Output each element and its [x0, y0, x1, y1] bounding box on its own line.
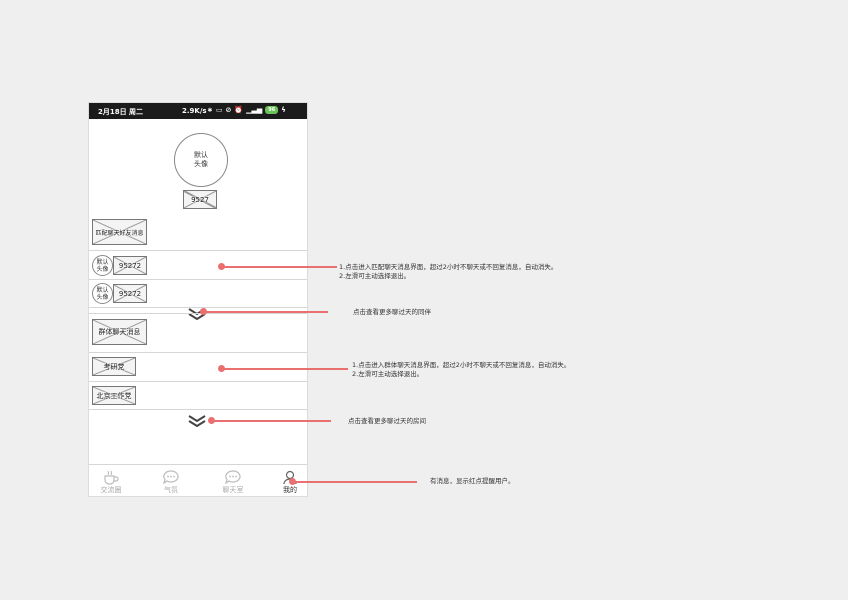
chat-bubble-icon — [163, 469, 179, 484]
match-item-name-text: 95272 — [118, 289, 142, 298]
match-item-name: 95272 — [113, 284, 147, 303]
username-text: 9527 — [191, 195, 209, 204]
group-item-name: 北京工作党 — [96, 391, 132, 400]
tab-label: 我的 — [283, 486, 297, 494]
group-section-title-text: 群体聊天消息 — [98, 328, 141, 336]
annotation-line — [211, 420, 331, 422]
tab-bar: 交流圈 气氛 聊天室 我的 — [89, 464, 307, 496]
match-item-name: 95272 — [113, 256, 147, 275]
match-section-title: 匹配聊天好友消息 — [92, 219, 147, 245]
phone-mockup: 2月18日 周二 2.9K/s ∗ ▭ ⊘ ⏰ ▁▃▅ 96 ϟ 默认 头像 9… — [88, 102, 308, 497]
match-item-avatar-text: 默认 头像 — [96, 286, 109, 301]
group-list-item[interactable]: 北京工作党 — [92, 386, 136, 405]
tab-label: 交流圈 — [100, 486, 122, 494]
match-item-name-text: 95272 — [118, 261, 142, 270]
status-date: 2月18日 周二 — [98, 108, 144, 116]
status-bar: 2月18日 周二 2.9K/s ∗ ▭ ⊘ ⏰ ▁▃▅ 96 ϟ — [89, 103, 307, 119]
expand-more-rooms-icon[interactable] — [188, 415, 206, 427]
username-label: 9527 — [183, 190, 217, 209]
group-section-title: 群体聊天消息 — [92, 319, 147, 345]
coffee-cup-icon — [104, 470, 119, 485]
annotation-group-item: 1.点击进入群体聊天消息界面，超过2小时不聊天或不回复消息，自动消失。 2.左滑… — [352, 361, 571, 378]
signal-icon: ▁▃▅ — [246, 106, 263, 114]
profile-avatar[interactable]: 默认 头像 — [174, 133, 228, 187]
tab-label: 气氛 — [164, 486, 178, 494]
annotation-line — [292, 481, 417, 483]
bluetooth-icon: ∗ — [207, 106, 213, 114]
tab-atmosphere[interactable]: 气氛 — [151, 469, 191, 495]
charging-icon: ϟ — [281, 106, 286, 114]
annotation-line — [203, 311, 328, 313]
annotation-my-tab: 有消息，显示红点提醒用户。 — [430, 477, 515, 485]
group-item-name: 考研党 — [103, 362, 125, 371]
match-item-avatar-text: 默认 头像 — [96, 258, 109, 273]
annotation-match-item: 1.点击进入匹配聊天消息界面，超过2小时不聊天或不回复消息，自动消失。 2.左滑… — [339, 263, 558, 280]
match-item-avatar: 默认 头像 — [92, 255, 113, 276]
divider — [89, 352, 307, 353]
annotation-more-rooms: 点击查看更多聊过天的房间 — [348, 417, 426, 425]
annotation-more-partners: 点击查看更多聊过天的同伴 — [353, 308, 431, 316]
annotation-line — [221, 368, 348, 370]
match-section-title-text: 匹配聊天好友消息 — [95, 229, 144, 237]
divider — [89, 250, 307, 251]
divider — [89, 381, 307, 382]
mute-icon: ⊘ — [225, 106, 232, 114]
group-list-item[interactable]: 考研党 — [92, 357, 136, 376]
profile-avatar-text: 默认 头像 — [194, 151, 208, 168]
divider — [89, 279, 307, 280]
match-item-avatar: 默认 头像 — [92, 283, 113, 304]
alarm-icon: ⏰ — [234, 106, 244, 114]
divider — [89, 313, 307, 314]
chat-room-icon — [225, 469, 241, 484]
tab-chat-room[interactable]: 聊天室 — [213, 469, 253, 495]
tab-label: 聊天室 — [222, 486, 244, 494]
battery-saver-icon: ▭ — [215, 106, 223, 114]
status-speed: 2.9K/s — [182, 107, 207, 115]
annotation-line — [221, 266, 337, 268]
tab-community[interactable]: 交流圈 — [91, 469, 131, 495]
status-icons: ∗ ▭ ⊘ ⏰ ▁▃▅ 96 ϟ — [207, 106, 286, 114]
divider — [89, 409, 307, 410]
battery-indicator: 96 — [265, 106, 279, 114]
